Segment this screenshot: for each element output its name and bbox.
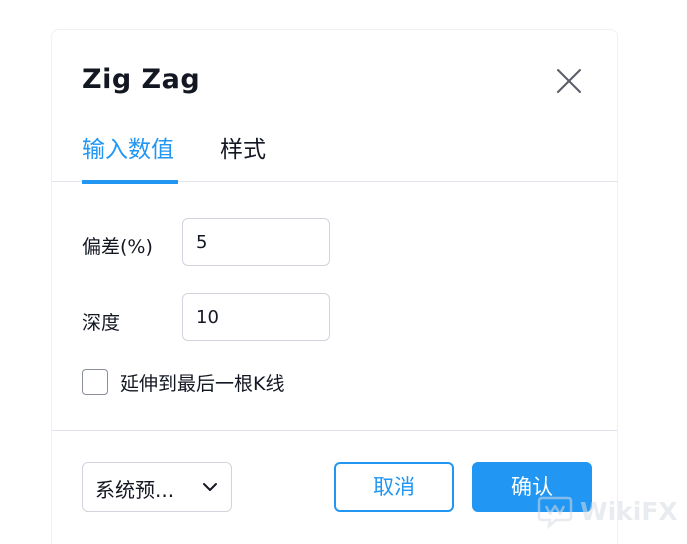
defaults-dropdown-label: 系统预... [95,478,175,502]
active-tab-indicator [82,180,178,184]
depth-input[interactable] [182,293,330,341]
stage: Zig Zag 输入数值 样式 偏差(%) 深度 延伸到最后一根K线 系统预..… [0,0,687,544]
extend-to-last-bar-label: 延伸到最后一根K线 [120,373,285,395]
chevron-down-icon [203,483,217,491]
close-button[interactable] [554,66,584,96]
depth-label: 深度 [82,312,121,334]
wikifx-logo-icon [537,496,573,529]
defaults-dropdown[interactable]: 系统预... [82,462,232,512]
watermark: WikiFX [536,493,684,533]
cancel-button[interactable]: 取消 [334,462,454,512]
deviation-label: 偏差(%) [82,236,153,258]
extend-to-last-bar-checkbox[interactable] [82,369,108,395]
footer-divider [52,430,617,431]
tab-style[interactable]: 样式 [220,134,266,166]
watermark-text: WikiFX [580,497,678,526]
tab-inputs[interactable]: 输入数值 [82,134,174,166]
deviation-input[interactable] [182,218,330,266]
dialog-title: Zig Zag [82,64,201,95]
zigzag-settings-dialog: Zig Zag 输入数值 样式 偏差(%) 深度 延伸到最后一根K线 系统预..… [51,29,618,544]
close-icon [557,69,581,93]
